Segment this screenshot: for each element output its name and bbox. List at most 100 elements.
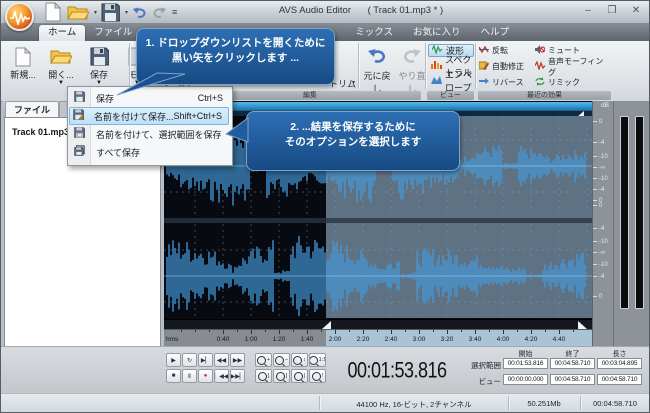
qat-undo-icon[interactable]: [131, 5, 148, 20]
db-tick-label: -10: [593, 262, 613, 268]
transport-button-record[interactable]: ●: [198, 369, 213, 383]
tab-お気に入り[interactable]: お気に入り: [404, 25, 470, 41]
transport-button-pause[interactable]: Ⅱ: [182, 369, 197, 383]
ruler-minor-tick: [209, 330, 210, 332]
info-value-length: 00:03:04.895: [597, 358, 642, 369]
transport-button-go-to-start[interactable]: ▏◀◀: [214, 369, 229, 383]
ruler-tick-label: 4:00: [497, 336, 510, 343]
magnifier-icon: [294, 372, 303, 381]
timeline-ruler[interactable]: hms 0:401:001:201:402:002:202:403:003:20…: [164, 329, 592, 346]
menu-item-save-as[interactable]: 名前を付けて保存...Shift+Ctrl+S: [69, 107, 229, 125]
zoom-button-zoom-out[interactable]: −: [273, 353, 290, 367]
effect-label: ミュート: [548, 45, 580, 56]
minimize-button[interactable]: –: [581, 4, 595, 18]
transport-button-rewind[interactable]: ◀◀: [214, 353, 229, 367]
ruler-minor-tick: [419, 330, 420, 332]
zoom-button-zoom-full[interactable]: !: [309, 369, 326, 383]
ribbon-new-button[interactable]: 新規...: [5, 44, 41, 98]
menu-item-label: 名前を付けて保存...: [94, 110, 174, 123]
quick-access-toolbar: ▾ ▾ ≡: [43, 4, 178, 20]
ruler-minor-tick: [251, 330, 252, 332]
ruler-minor-tick: [517, 330, 518, 332]
morph-icon: [535, 61, 545, 72]
qat-save-floppy-icon[interactable]: [100, 5, 121, 20]
qat-dropdown-arrow-icon[interactable]: ▾: [125, 9, 128, 16]
left-panel-tab-ファイル[interactable]: ファイル: [5, 101, 59, 118]
effect-label: リバース: [492, 77, 524, 88]
current-time-display: 00:01:53.816: [333, 349, 461, 392]
callout2-line2: そのオプションを選択します: [247, 135, 459, 150]
effect-label: 音声モーフィング: [548, 56, 611, 78]
ruler-minor-tick: [349, 330, 350, 332]
ribbon-button-label: 開く...: [43, 70, 79, 80]
tab-ミックス[interactable]: ミックス: [346, 25, 402, 41]
selection-start-handle-icon[interactable]: [322, 321, 331, 329]
qat-open-folder-icon[interactable]: [66, 5, 90, 20]
zoom-button-zoom-selection[interactable]: [: [255, 369, 272, 383]
transport-button-fast-forward[interactable]: ▶▶: [230, 353, 245, 367]
tab-ヘルプ[interactable]: ヘルプ: [471, 25, 518, 41]
db-tick-label: -∞: [593, 250, 613, 256]
menu-item-save-all[interactable]: すべて保存: [69, 143, 229, 161]
callout1-line2: 黒い矢をクリックします ...: [137, 51, 334, 66]
qat-dropdown-arrow-icon[interactable]: ▾: [94, 9, 97, 16]
menu-item-label: 名前を付けて、選択範囲を保存: [96, 128, 222, 141]
zoom-glyph: −: [285, 357, 288, 363]
info-value-end: 00:04:58.710: [550, 358, 595, 369]
menu-item-label: 保存: [96, 92, 114, 105]
effect-invert-button[interactable]: 反転: [479, 44, 508, 57]
ruler-unit-label: hms: [166, 336, 178, 343]
ruler-minor-tick: [475, 330, 476, 332]
tab-ホーム[interactable]: ホーム: [39, 25, 85, 41]
ruler-minor-tick: [531, 330, 532, 332]
effect-label: リミック: [548, 77, 580, 88]
tab-ファイル[interactable]: ファイル: [85, 25, 141, 41]
ruler-tick-label: 4:20: [525, 336, 538, 343]
zoom-glyph: 1:1: [319, 357, 326, 363]
logo-wave-icon: [10, 11, 30, 25]
selection-end-handle-icon[interactable]: [578, 321, 587, 329]
effect-morph-button[interactable]: 音声モーフィング: [535, 60, 611, 73]
callout1-tail: [115, 73, 185, 97]
status-audio-format: 44100 Hz, 16-ビット, 2チャンネル: [321, 399, 507, 410]
effect-reverse-button[interactable]: リバース: [479, 76, 524, 89]
effect-autocorrect-button[interactable]: 自動修正: [479, 60, 524, 73]
zoom-button-zoom-in[interactable]: +: [255, 353, 272, 367]
status-total-duration: 00:04:58.710: [582, 399, 648, 408]
db-tick-label: 0: [593, 203, 613, 209]
ruler-tick-label: 0:40: [217, 336, 230, 343]
redo-button[interactable]: やり直し ▾: [395, 44, 429, 98]
zoom-button-zoom-reset[interactable]: ]: [273, 369, 290, 383]
selection-scrollbar[interactable]: [164, 319, 592, 329]
app-title: AVS Audio Editor: [279, 5, 351, 16]
invert-icon: [479, 45, 489, 56]
transport-button-play-to-end[interactable]: ▶▏: [198, 353, 213, 367]
qat-toolbar-options-icon[interactable]: ≡: [171, 5, 178, 20]
db-tick-label: 0: [593, 119, 613, 125]
menu-item-shortcut: Shift+Ctrl+S: [173, 111, 222, 121]
zoom-button-zoom-1-1[interactable]: 1:1: [309, 353, 326, 367]
maximize-button[interactable]: ❐: [605, 4, 619, 18]
undo-button[interactable]: 元に戻し ▾: [360, 44, 394, 98]
transport-button-go-to-end[interactable]: ▶▶▏: [230, 369, 245, 383]
transport-button-stop[interactable]: ■: [166, 369, 181, 383]
trim-dropdown-arrow-icon[interactable]: ▾: [352, 79, 355, 86]
ruler-minor-tick: [433, 330, 434, 332]
save-floppy-icon: [88, 47, 110, 69]
window-controls: – ❐ ✕: [581, 4, 643, 18]
zoom-button-zoom-vertical[interactable]: ↕: [291, 353, 308, 367]
zoom-button-zoom-cursor[interactable]: |: [291, 369, 308, 383]
view-mode-envelope[interactable]: エンベロープ: [428, 74, 474, 87]
save-all-icon: [69, 143, 90, 161]
transport-button-loop[interactable]: ↻: [182, 353, 197, 367]
db-scale: dB 0-4-10-∞-10-400-4-10-∞-10-40: [592, 101, 613, 346]
qat-redo-icon[interactable]: [151, 5, 168, 20]
menu-item-save-selection[interactable]: 名前を付けて、選択範囲を保存: [69, 125, 229, 143]
close-button[interactable]: ✕: [629, 4, 643, 18]
group-separator: [425, 43, 427, 89]
tutorial-callout-step2: 2. ...結果を保存するために そのオプションを選択します: [246, 111, 460, 171]
effect-remix-button[interactable]: リミック: [535, 76, 580, 89]
transport-button-play[interactable]: ▶: [166, 353, 181, 367]
qat-new-document-icon[interactable]: [43, 5, 63, 20]
magnifier-icon: [258, 372, 267, 381]
